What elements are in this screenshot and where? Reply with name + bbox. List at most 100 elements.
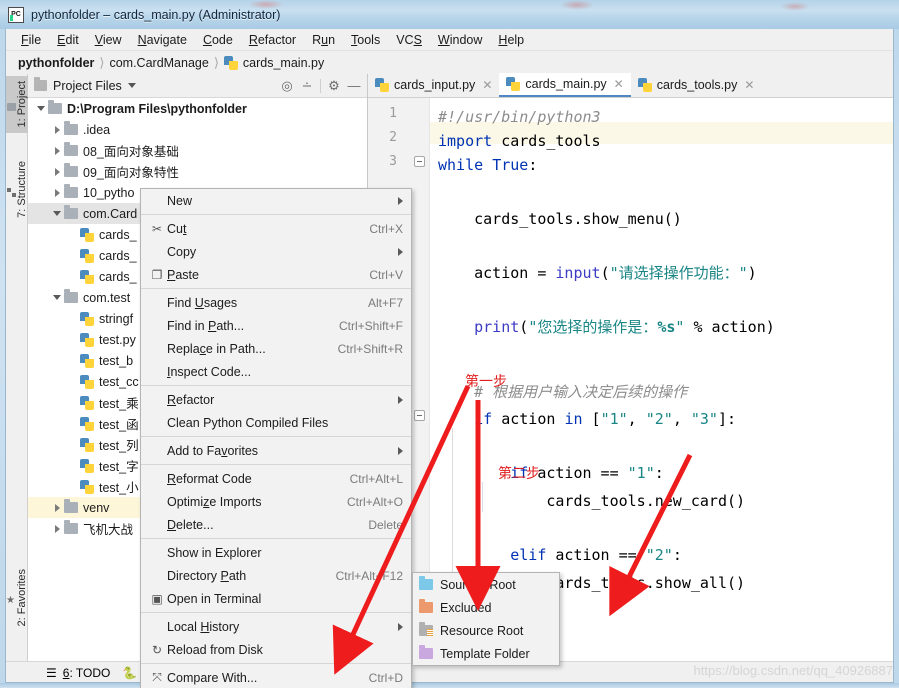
chevron-right-icon[interactable] (50, 188, 64, 197)
chevron-down-icon[interactable] (34, 106, 48, 111)
menu-edit[interactable]: Edit (49, 31, 87, 49)
fold-marker-icon[interactable] (414, 410, 425, 421)
chevron-right-icon[interactable] (50, 503, 64, 512)
locate-icon[interactable]: ◎ (280, 78, 294, 93)
editor-tab[interactable]: cards_input.py ✕ (368, 73, 499, 97)
close-icon[interactable]: ✕ (614, 77, 624, 91)
menu-window[interactable]: Window (430, 31, 490, 49)
submenu-item[interactable]: Excluded (413, 596, 559, 619)
code-token: import (438, 132, 493, 150)
breadcrumb-package[interactable]: com.CardManage (109, 56, 208, 70)
status-todo-label[interactable]: 6: TODO (63, 666, 111, 680)
pycharm-window: PC pythonfolder – cards_main.py (Adminis… (0, 0, 899, 688)
submenu-item[interactable]: Sources Root (413, 573, 559, 596)
minimize-icon[interactable]: — (347, 78, 361, 93)
code-token: , (627, 410, 646, 428)
tree-row-label: test.py (99, 332, 136, 347)
context-menu-item[interactable]: Copy (141, 240, 411, 263)
tree-row[interactable]: D:\Program Files\pythonfolder (28, 98, 367, 119)
mark-directory-as-submenu[interactable]: Sources Root Excluded Resource Root Templat… (412, 572, 560, 666)
menu-code[interactable]: Code (195, 31, 241, 49)
context-menu-item[interactable]: Delete... Delete (141, 513, 411, 536)
collapse-all-icon[interactable]: ∸ (300, 78, 314, 93)
menu-help[interactable]: Help (490, 31, 532, 49)
context-menu-item[interactable]: Inspect Code... (141, 360, 411, 383)
title-bar: PC pythonfolder – cards_main.py (Adminis… (0, 0, 899, 29)
menu-tools[interactable]: Tools (343, 31, 388, 49)
chevron-right-icon (398, 395, 403, 404)
editor-tab[interactable]: cards_main.py ✕ (499, 73, 631, 97)
close-icon[interactable]: ✕ (482, 78, 492, 92)
menu-navigate[interactable]: Navigate (130, 31, 195, 49)
context-menu[interactable]: New ✂ Cut Ctrl+X Copy ❐ Paste Ctrl+V Find Usages… (140, 188, 412, 688)
context-menu-item[interactable]: ❐ Paste Ctrl+V (141, 263, 411, 286)
project-panel-title[interactable]: Project Files (53, 79, 122, 93)
sidebar-item-structure[interactable]: 7: Structure (6, 156, 28, 224)
menu-refactor[interactable]: Refactor (241, 31, 304, 49)
context-menu-item[interactable]: ✂ Cut Ctrl+X (141, 217, 411, 240)
code-token: cards_tools.new_card() (438, 492, 746, 510)
python-file-icon (80, 269, 94, 284)
chevron-down-icon[interactable] (127, 83, 136, 88)
context-menu-item-label: Open in Terminal (167, 591, 262, 606)
chevron-right-icon[interactable] (50, 167, 64, 176)
python-console-icon[interactable]: 🐍 (122, 666, 137, 680)
menu-vcs[interactable]: VCS (388, 31, 430, 49)
chevron-right-icon[interactable] (50, 524, 64, 533)
python-file-icon (80, 311, 94, 326)
chevron-right-icon[interactable] (50, 146, 64, 155)
context-menu-item-shortcut: Delete (368, 517, 403, 532)
folder-icon (64, 289, 78, 303)
chevron-right-icon[interactable] (50, 125, 64, 134)
context-menu-item[interactable]: New (141, 189, 411, 212)
refresh-icon: ↻ (151, 642, 163, 657)
chevron-right-icon (398, 622, 403, 631)
context-menu-item[interactable]: Add to Favorites (141, 439, 411, 462)
code-line: cards_tools.new_card() (438, 492, 745, 510)
submenu-item[interactable]: Template Folder (413, 642, 559, 665)
context-menu-item[interactable]: Refactor (141, 388, 411, 411)
context-menu-item[interactable]: Show in Explorer (141, 541, 411, 564)
submenu-item[interactable]: Resource Root (413, 619, 559, 642)
python-file-icon (80, 458, 94, 473)
context-menu-item[interactable]: Replace in Path... Ctrl+Shift+R (141, 337, 411, 360)
tree-row[interactable]: 09_面向对象特性 (28, 161, 367, 182)
context-menu-item[interactable]: Directory Path Ctrl+Alt+F12 (141, 564, 411, 587)
breadcrumb-root[interactable]: pythonfolder (18, 56, 94, 70)
breadcrumb-file[interactable]: cards_main.py (243, 56, 324, 70)
menu-view[interactable]: View (87, 31, 130, 49)
chevron-down-icon[interactable] (50, 295, 64, 300)
fold-marker-icon[interactable] (414, 156, 425, 167)
folder-icon (48, 100, 62, 114)
tree-row[interactable]: 08_面向对象基础 (28, 140, 367, 161)
context-menu-item[interactable]: Find Usages Alt+F7 (141, 291, 411, 314)
context-menu-item[interactable]: ↻ Reload from Disk (141, 638, 411, 661)
context-menu-item[interactable]: Find in Path... Ctrl+Shift+F (141, 314, 411, 337)
context-menu-item[interactable]: Optimize Imports Ctrl+Alt+O (141, 490, 411, 513)
context-menu-item-label: Optimize Imports (167, 494, 262, 509)
sidebar-item-project[interactable]: 1: Project (6, 76, 28, 134)
menu-run[interactable]: Run (304, 31, 343, 49)
context-menu-item-label: Refactor (167, 392, 215, 407)
sidebar-item-favorites[interactable]: 2: Favorites ★ (6, 564, 28, 632)
annotation-label: 第一步 (465, 375, 507, 390)
code-token: % action) (684, 318, 775, 336)
context-menu-item[interactable]: Clean Python Compiled Files (141, 411, 411, 434)
tree-row-label: cards_ (99, 227, 137, 242)
python-file-icon (80, 353, 94, 368)
context-menu-item[interactable]: ⤧ Compare With... Ctrl+D (141, 666, 411, 688)
code-token: cards_tools.show_menu() (438, 210, 682, 228)
context-menu-item[interactable]: Local History (141, 615, 411, 638)
context-menu-item-shortcut: Ctrl+Alt+F12 (335, 568, 403, 583)
folder-lines-icon (419, 622, 433, 636)
line-number: 1 (389, 106, 397, 121)
code-token: cards_tools (492, 132, 601, 150)
tree-row[interactable]: .idea (28, 119, 367, 140)
menu-file[interactable]: File (13, 31, 49, 49)
gear-icon[interactable]: ⚙ (327, 78, 341, 93)
chevron-down-icon[interactable] (50, 211, 64, 216)
editor-tab[interactable]: cards_tools.py ✕ (631, 73, 762, 97)
close-icon[interactable]: ✕ (744, 78, 754, 92)
context-menu-item[interactable]: ▣ Open in Terminal (141, 587, 411, 610)
context-menu-item[interactable]: Reformat Code Ctrl+Alt+L (141, 467, 411, 490)
